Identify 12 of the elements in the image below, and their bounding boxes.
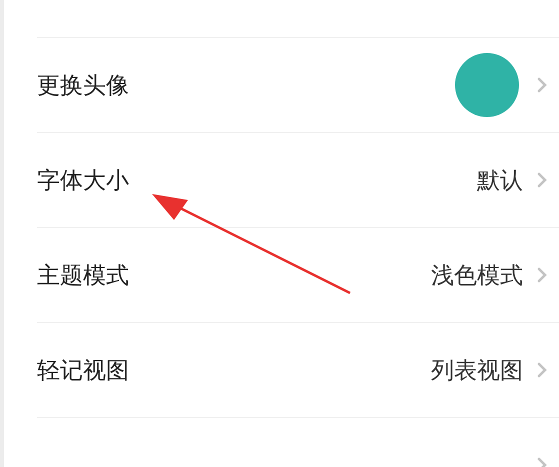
chevron-icon xyxy=(537,172,547,188)
setting-value: 浅色模式 xyxy=(431,262,523,290)
chevron-icon xyxy=(537,267,547,283)
setting-label: 字体大小 xyxy=(37,166,129,196)
chevron-icon xyxy=(537,77,547,93)
avatar xyxy=(455,53,519,117)
setting-label: 轻记视图 xyxy=(37,356,129,386)
setting-value: 列表视图 xyxy=(431,356,523,386)
setting-value: 默认 xyxy=(477,166,523,196)
setting-label: 更换头像 xyxy=(37,72,129,100)
setting-label: 主题模式 xyxy=(37,262,129,290)
chevron-icon xyxy=(537,362,547,378)
